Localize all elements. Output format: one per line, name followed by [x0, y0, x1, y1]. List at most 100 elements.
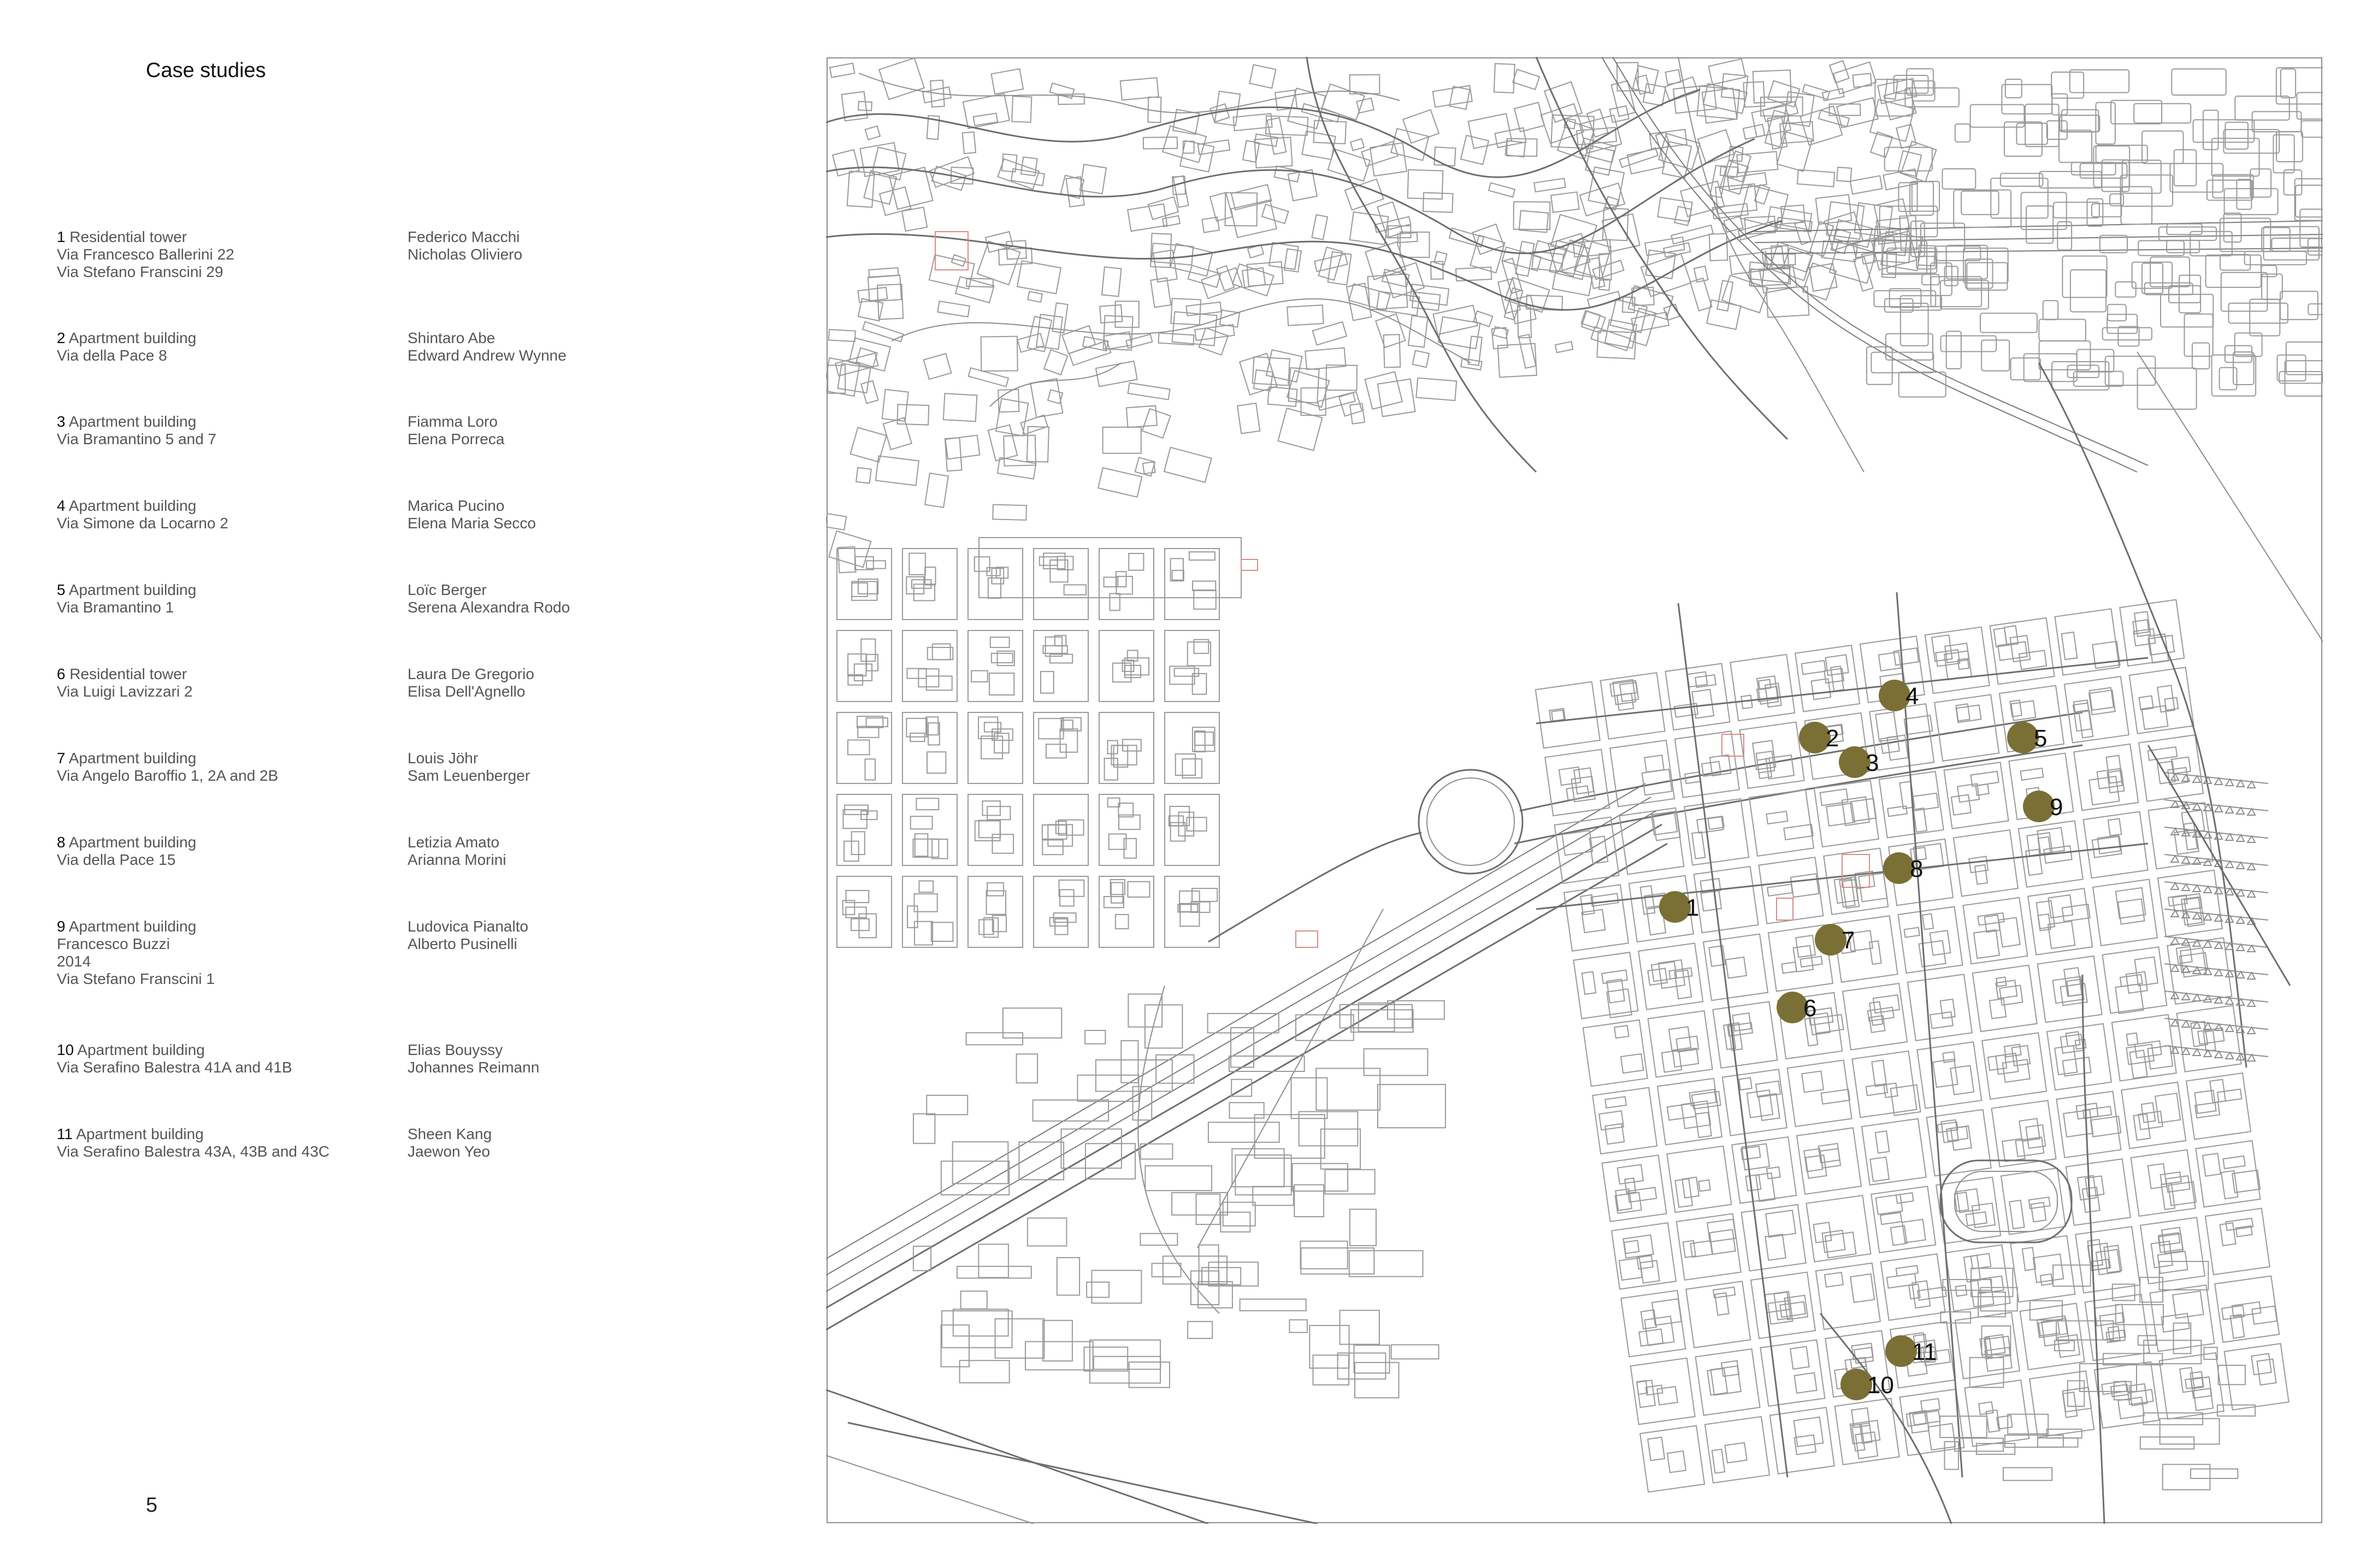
building-footprint — [1016, 1053, 1039, 1084]
building-footprint — [1077, 1074, 1140, 1102]
case-study-detail: Via Angelo Baroffio 1, 2A and 2B — [57, 767, 279, 784]
building-footprint — [2062, 255, 2108, 298]
building-footprint — [1300, 387, 1326, 416]
building-footprint — [978, 1243, 1009, 1278]
building-footprint — [1644, 754, 1665, 773]
building-footprint — [1627, 1187, 1657, 1203]
case-study-marker-9[interactable]: 9 — [2023, 791, 2063, 822]
berth — [2181, 856, 2191, 864]
building-footprint — [940, 1160, 1010, 1196]
building-footprint — [1883, 168, 1919, 191]
building-footprint — [1736, 151, 1779, 174]
building-footprint — [2016, 122, 2048, 145]
case-study-detail: Via della Pace 15 — [57, 851, 176, 868]
building-footprint — [1836, 167, 1852, 182]
building-footprint — [937, 300, 971, 318]
building-footprint — [1364, 371, 1403, 410]
city-block — [2149, 1284, 2215, 1352]
building-footprint — [1127, 382, 1171, 400]
building-footprint — [1953, 189, 2012, 228]
building-footprint — [1980, 313, 2038, 333]
building-footprint — [1849, 175, 1883, 195]
building-footprint — [1171, 570, 1184, 581]
building-footprint — [1942, 168, 1976, 190]
building-footprint — [1598, 1110, 1625, 1131]
building-footprint — [1793, 1372, 1818, 1394]
building-footprint — [2047, 920, 2076, 950]
building-footprint — [1083, 1346, 1129, 1372]
building-footprint — [1363, 1048, 1429, 1076]
building-footprint — [1144, 1165, 1213, 1192]
building-footprint — [1198, 327, 1229, 356]
building-footprint — [1818, 109, 1850, 127]
building-footprint — [1025, 1341, 1094, 1371]
case-study-detail: Via Bramantino 1 — [57, 599, 174, 616]
case-study-detail: Via Bramantino 5 and 7 — [57, 431, 217, 447]
case-study-description: 2 Apartment building Via della Pace 8 — [57, 329, 396, 364]
building-footprint — [2002, 1059, 2031, 1083]
case-study-marker-5[interactable]: 5 — [2007, 722, 2047, 753]
building-footprint — [1590, 893, 1619, 907]
building-footprint — [987, 882, 1004, 897]
building-footprint — [1984, 1347, 2013, 1372]
case-study-marker-6[interactable]: 6 — [1777, 992, 1816, 1023]
building-footprint — [1898, 372, 1946, 398]
case-study-marker-11[interactable]: 11 — [1885, 1335, 1937, 1367]
building-footprint — [1043, 552, 1066, 569]
building-footprint — [1727, 172, 1768, 191]
case-study-marker-2[interactable]: 2 — [1799, 722, 1839, 753]
building-footprint — [1647, 1436, 1666, 1461]
building-footprint — [1851, 1423, 1866, 1452]
case-study-heading: 4 Apartment building — [57, 497, 396, 515]
berth — [2192, 993, 2202, 1001]
building-footprint — [1415, 377, 1458, 402]
case-study-marker-4[interactable]: 4 — [1879, 680, 1919, 711]
railway-line — [1765, 247, 2323, 254]
building-footprint — [1779, 1301, 1807, 1318]
case-study-marker-1[interactable]: 1 — [1659, 891, 1699, 923]
building-footprint — [1604, 1096, 1627, 1109]
case-study-number: 5 — [57, 581, 66, 598]
building-footprint — [2073, 699, 2090, 713]
building-footprint — [1175, 753, 1196, 776]
case-study-number: 9 — [57, 918, 66, 935]
case-study-marker-10[interactable]: 10 — [1840, 1369, 1894, 1400]
building-footprint — [1339, 1310, 1380, 1345]
building-footprint — [1006, 240, 1027, 260]
building-footprint — [2244, 251, 2308, 266]
building-footprint — [1300, 1247, 1375, 1275]
building-footprint — [2121, 160, 2162, 194]
building-footprint — [1773, 1291, 1791, 1321]
case-study-authors: Federico Macchi Nicholas Oliviero — [408, 228, 757, 263]
city-block — [902, 630, 958, 702]
case-study-marker-8[interactable]: 8 — [1883, 852, 1923, 884]
building-footprint — [1026, 1217, 1067, 1247]
case-study-detail: Via Simone da Locarno 2 — [57, 515, 228, 532]
marker-label: 1 — [1686, 894, 1699, 921]
building-footprint — [1040, 671, 1054, 694]
berth — [2192, 911, 2202, 919]
city-block — [1033, 630, 1089, 702]
building-footprint — [1312, 321, 1348, 346]
building-footprint — [2117, 898, 2145, 925]
building-footprint — [1294, 1184, 1324, 1218]
building-footprint — [1374, 216, 1412, 233]
building-footprint — [1163, 446, 1212, 484]
building-footprint — [888, 166, 934, 210]
case-study-description: 10 Apartment building Via Serafino Balest… — [57, 1041, 396, 1076]
case-study-description: 1 Residential tower Via Francesco Balleri… — [57, 228, 396, 281]
building-footprint — [1819, 788, 1849, 806]
case-study-detail: Via Serafino Balestra 41A and 41B — [57, 1059, 292, 1076]
building-footprint — [1111, 882, 1124, 904]
city-map[interactable]: 1 2 3 4 5 6 7 8 9 10 11 — [826, 57, 2323, 1524]
building-footprint — [2051, 361, 2110, 391]
case-study-marker-7[interactable]: 7 — [1815, 924, 1855, 956]
building-footprint — [1869, 131, 1893, 158]
building-footprint — [1930, 276, 1983, 308]
building-footprint — [2228, 302, 2288, 324]
building-footprint — [1086, 1281, 1110, 1298]
city-block — [1760, 1339, 1826, 1407]
case-study-marker-3[interactable]: 3 — [1839, 746, 1879, 778]
marker-label: 7 — [1842, 927, 1855, 954]
street-line — [826, 1455, 1034, 1524]
